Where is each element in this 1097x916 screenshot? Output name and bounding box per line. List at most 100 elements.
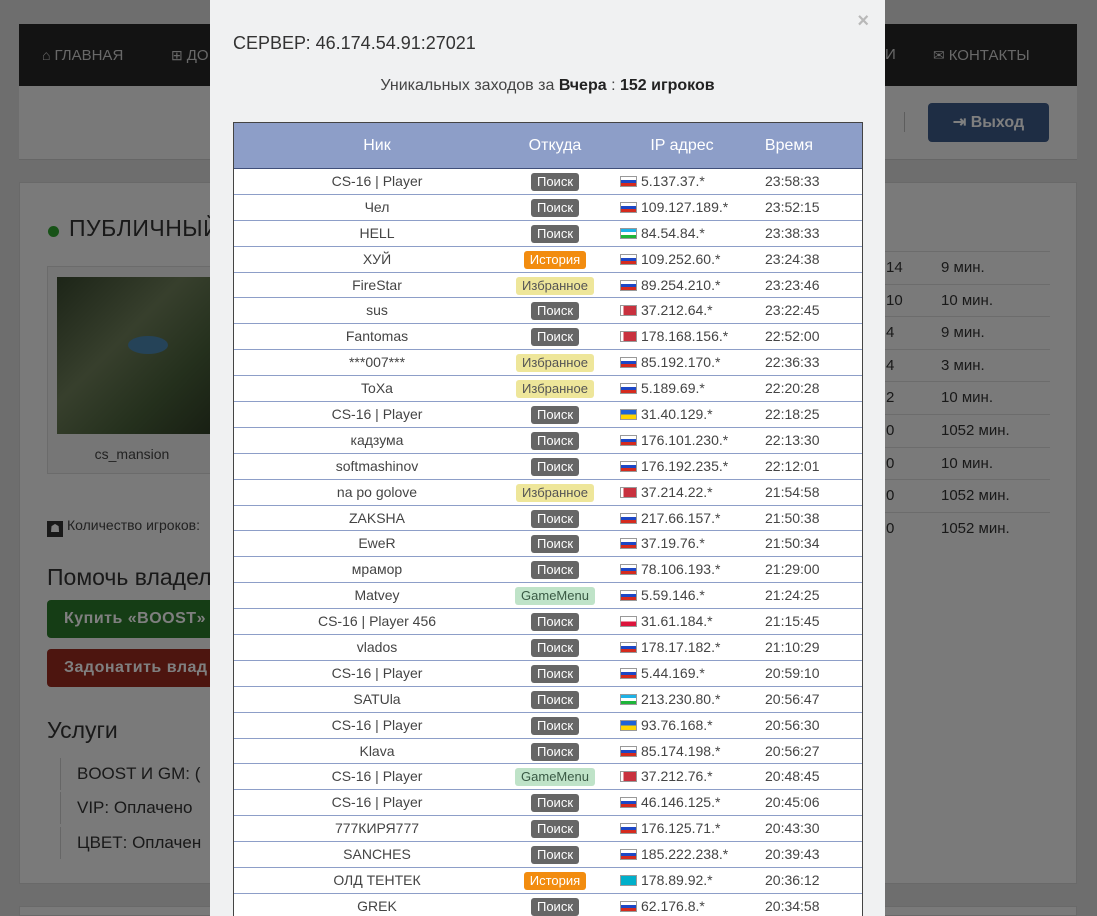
source-badge: Поиск bbox=[530, 173, 580, 191]
row-nick: CS-16 | Player 456 bbox=[317, 613, 437, 630]
source-badge: Поиск bbox=[530, 328, 580, 347]
row-nick: softmashinov bbox=[335, 457, 419, 474]
row-source: Поиск bbox=[510, 406, 600, 425]
row-source: Поиск bbox=[510, 535, 600, 554]
country-flag-icon bbox=[620, 693, 637, 705]
table-row: vlados Поиск 178.17.182.* 21:10:29 bbox=[234, 635, 862, 661]
source-badge: GameMenu bbox=[515, 587, 595, 606]
table-row: CS-16 | Player Поиск 93.76.168.* 20:56:30 bbox=[234, 713, 862, 739]
row-ip-text: 5.59.146.* bbox=[641, 587, 705, 604]
table-row: мрамор Поиск 78.106.193.* 21:29:00 bbox=[234, 557, 862, 584]
row-nick: Klava bbox=[359, 742, 395, 759]
source-badge: Поиск bbox=[530, 742, 580, 761]
row-nick: SANCHES bbox=[343, 846, 411, 863]
close-icon[interactable]: × bbox=[857, 10, 869, 33]
row-time: 22:20:28 bbox=[765, 380, 820, 397]
row-time: 23:22:45 bbox=[765, 302, 820, 319]
row-time: 21:50:38 bbox=[765, 509, 820, 526]
table-row: ZAKSHA Поиск 217.66.157.* 21:50:38 bbox=[234, 506, 862, 532]
row-ip: 78.106.193.* bbox=[620, 557, 720, 582]
source-badge: Избранное bbox=[516, 276, 594, 295]
row-ip-text: 37.212.64.* bbox=[641, 302, 713, 319]
row-ip-text: 178.89.92.* bbox=[641, 872, 713, 889]
country-flag-icon bbox=[620, 512, 637, 524]
source-badge: Поиск bbox=[530, 690, 580, 709]
table-row: CS-16 | Player 456 Поиск 31.61.184.* 21:15:… bbox=[234, 609, 862, 636]
row-ip-text: 85.174.198.* bbox=[641, 742, 721, 759]
row-nick: EweR bbox=[358, 535, 396, 552]
row-source: GameMenu bbox=[510, 587, 600, 606]
row-nick: CS-16 | Player bbox=[331, 664, 423, 681]
country-flag-icon bbox=[620, 409, 637, 421]
row-ip: 37.212.64.* bbox=[620, 298, 713, 323]
table-row: Matvey GameMenu 5.59.146.* 21:24:25 bbox=[234, 583, 862, 610]
row-time: 20:59:10 bbox=[765, 664, 820, 681]
source-badge: Поиск bbox=[530, 561, 580, 580]
source-badge: Поиск bbox=[530, 716, 580, 735]
row-time: 23:23:46 bbox=[765, 276, 820, 293]
row-nick: ***007*** bbox=[348, 354, 406, 371]
row-nick: Чел bbox=[364, 198, 390, 215]
row-ip: 5.59.146.* bbox=[620, 583, 705, 608]
row-nick: ХУЙ bbox=[362, 250, 392, 267]
row-ip: 5.189.69.* bbox=[620, 376, 705, 401]
row-time: 23:52:15 bbox=[765, 198, 820, 215]
row-ip-text: 89.254.210.* bbox=[641, 276, 721, 293]
row-ip-text: 85.192.170.* bbox=[641, 354, 721, 371]
row-source: Поиск bbox=[510, 224, 600, 243]
row-ip: 89.254.210.* bbox=[620, 273, 720, 298]
table-row: CS-16 | Player Поиск 31.40.129.* 22:18:25 bbox=[234, 402, 862, 428]
source-badge: Поиск bbox=[530, 535, 580, 554]
source-badge: Поиск bbox=[530, 613, 580, 632]
table-row: EweR Поиск 37.19.76.* 21:50:34 bbox=[234, 531, 862, 558]
column-source: Откуда bbox=[528, 137, 582, 154]
row-source: Избранное bbox=[510, 483, 600, 502]
table-header: Ник Откуда IP адрес Время bbox=[234, 123, 862, 169]
row-time: 20:56:30 bbox=[765, 716, 820, 733]
table-row: кадзума Поиск 176.101.230.* 22:13:30 bbox=[234, 428, 862, 454]
row-ip-text: 5.137.37.* bbox=[641, 173, 705, 189]
country-flag-icon bbox=[620, 253, 637, 265]
source-badge: Избранное bbox=[516, 483, 594, 502]
row-ip: 93.76.168.* bbox=[620, 713, 713, 738]
country-flag-icon bbox=[620, 279, 637, 291]
row-source: Поиск bbox=[510, 846, 600, 865]
row-nick: ОЛД ТЕНТЕК bbox=[333, 872, 421, 889]
table-row: CS-16 | Player Поиск 46.146.125.* 20:45:06 bbox=[234, 790, 862, 817]
row-ip-text: 217.66.157.* bbox=[641, 509, 721, 526]
row-ip-text: 176.192.235.* bbox=[641, 457, 729, 474]
row-ip-text: 5.44.169.* bbox=[641, 664, 705, 681]
table-row: ***007*** Избранное 85.192.170.* 22:36:33 bbox=[234, 350, 862, 377]
table-row: CS-16 | Player Поиск 5.137.37.* 23:58:33 bbox=[234, 169, 862, 195]
row-source: GameMenu bbox=[510, 768, 600, 787]
row-ip-text: 185.222.238.* bbox=[641, 846, 729, 863]
country-flag-icon bbox=[620, 564, 637, 576]
row-ip-text: 176.101.230.* bbox=[641, 431, 729, 448]
row-ip: 85.174.198.* bbox=[620, 739, 720, 764]
row-nick: CS-16 | Player bbox=[331, 716, 423, 733]
modal-subtitle: Уникальных заходов за Вчера : 152 игроко… bbox=[210, 77, 885, 95]
table-row: Fantomas Поиск 178.168.156.* 22:52:00 bbox=[234, 324, 862, 351]
row-time: 21:10:29 bbox=[765, 639, 820, 656]
country-flag-icon bbox=[620, 227, 637, 239]
source-badge: Поиск bbox=[530, 794, 580, 813]
country-flag-icon bbox=[620, 201, 637, 213]
country-flag-icon bbox=[620, 486, 637, 498]
row-source: Поиск bbox=[510, 302, 600, 321]
row-nick: кадзума bbox=[350, 431, 404, 448]
row-source: Поиск bbox=[510, 561, 600, 580]
source-badge: Поиск bbox=[530, 639, 580, 658]
row-source: Избранное bbox=[510, 276, 600, 295]
table-row: CS-16 | Player Поиск 5.44.169.* 20:59:10 bbox=[234, 661, 862, 687]
row-ip-text: 37.214.22.* bbox=[641, 483, 713, 500]
row-time: 21:15:45 bbox=[765, 613, 820, 630]
source-badge: История bbox=[523, 250, 587, 269]
row-source: История bbox=[510, 250, 600, 269]
row-time: 20:36:12 bbox=[765, 872, 820, 889]
row-time: 21:54:58 bbox=[765, 483, 820, 500]
row-ip-text: 37.212.76.* bbox=[641, 768, 713, 785]
column-ip: IP адрес bbox=[650, 137, 714, 154]
row-time: 20:56:47 bbox=[765, 690, 820, 707]
row-ip: 5.44.169.* bbox=[620, 661, 705, 686]
source-badge: Поиск bbox=[530, 820, 580, 839]
